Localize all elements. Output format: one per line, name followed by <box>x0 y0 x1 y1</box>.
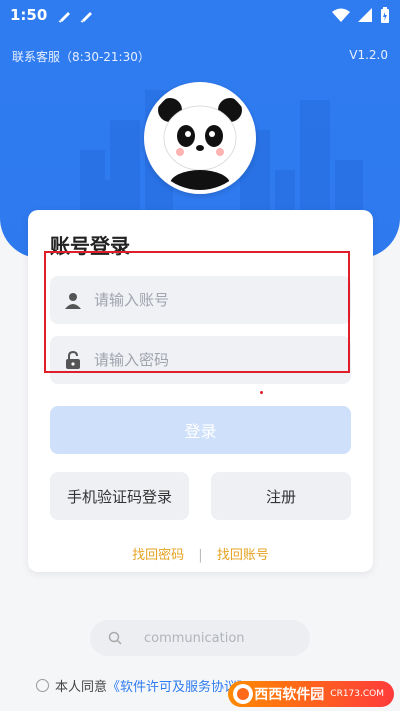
app-version: V1.2.0 <box>349 48 388 62</box>
link-separator: | <box>198 548 203 563</box>
login-card: 账号登录 登录 手机验证码登录 注册 找回密码 | 找回账号 <box>28 210 373 572</box>
account-field[interactable] <box>50 276 351 324</box>
agreement-row: 本人同意 《软件许可及服务协议》 <box>36 676 250 695</box>
search-bar[interactable] <box>90 620 310 656</box>
signal-icon <box>358 8 372 22</box>
sms-login-button[interactable]: 手机验证码登录 <box>50 472 189 520</box>
avatar <box>144 82 256 194</box>
find-password-link[interactable]: 找回密码 <box>132 548 184 563</box>
battery-icon <box>381 7 389 23</box>
watermark-brand: 西西软件园 <box>254 687 325 703</box>
search-input[interactable] <box>144 630 294 646</box>
account-input[interactable] <box>94 291 324 309</box>
watermark-logo-icon <box>233 684 254 704</box>
panda-icon <box>158 98 242 190</box>
top-info-row: 联系客服（8:30-21:30） V1.2.0 <box>12 48 388 65</box>
password-field[interactable] <box>50 336 351 384</box>
recovery-links: 找回密码 | 找回账号 <box>28 544 373 563</box>
customer-service-link[interactable]: 联系客服（8:30-21:30） <box>12 48 150 65</box>
site-watermark: 西西软件园 CR173.COM <box>228 681 394 707</box>
wifi-icon <box>332 8 350 22</box>
pen-notification-icon <box>58 12 71 23</box>
status-bar: 1:50 <box>0 0 400 30</box>
red-dot-marker <box>260 391 263 394</box>
register-button[interactable]: 注册 <box>211 472 351 520</box>
login-button[interactable]: 登录 <box>50 406 351 454</box>
user-icon <box>65 293 81 309</box>
card-title: 账号登录 <box>50 234 130 258</box>
password-input[interactable] <box>94 351 324 369</box>
status-time: 1:50 <box>10 6 48 24</box>
agree-radio[interactable] <box>36 679 49 692</box>
watermark-url: CR173.COM <box>330 689 384 699</box>
pen-notification-icon-2 <box>80 12 93 23</box>
find-account-link[interactable]: 找回账号 <box>217 548 269 563</box>
agree-prefix: 本人同意 <box>55 680 108 695</box>
lock-icon <box>66 351 80 369</box>
search-icon <box>108 631 122 645</box>
